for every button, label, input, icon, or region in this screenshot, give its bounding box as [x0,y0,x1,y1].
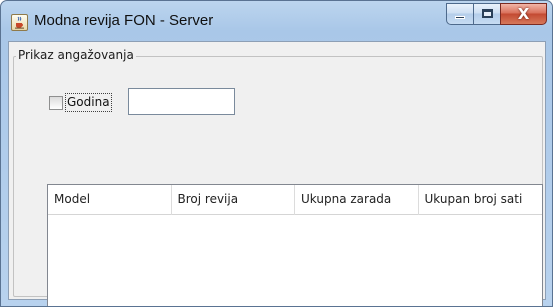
minimize-icon [455,16,465,19]
java-cup-icon[interactable] [11,14,28,31]
table-body[interactable] [48,216,542,306]
year-checkbox-label[interactable]: Godina [65,93,112,112]
title-bar[interactable]: Modna revija FON - Server X [1,1,552,41]
maximize-button[interactable] [473,3,500,25]
panel-title: Prikaz angažovanja [16,48,136,62]
year-input[interactable] [128,88,235,115]
maximize-icon [482,9,493,18]
column-header-earnings[interactable]: Ukupna zarada [295,185,419,215]
main-window: Modna revija FON - Server X Prikaz angaž… [0,0,553,307]
close-icon: X [517,5,530,23]
caption-buttons: X [446,3,547,25]
column-header-shows[interactable]: Broj revija [172,185,295,215]
close-button[interactable]: X [500,3,547,25]
client-area: Prikaz angažovanja Godina Model Broj rev… [8,41,546,306]
column-header-model[interactable]: Model [48,185,172,215]
engagement-table[interactable]: Model Broj revija Ukupna zarada Ukupan b… [47,184,543,306]
window-title: Modna revija FON - Server [34,12,214,29]
minimize-button[interactable] [446,3,473,25]
table-header: Model Broj revija Ukupna zarada Ukupan b… [48,185,542,215]
year-checkbox[interactable] [49,96,63,110]
column-header-hours[interactable]: Ukupan broj sati [419,185,543,215]
